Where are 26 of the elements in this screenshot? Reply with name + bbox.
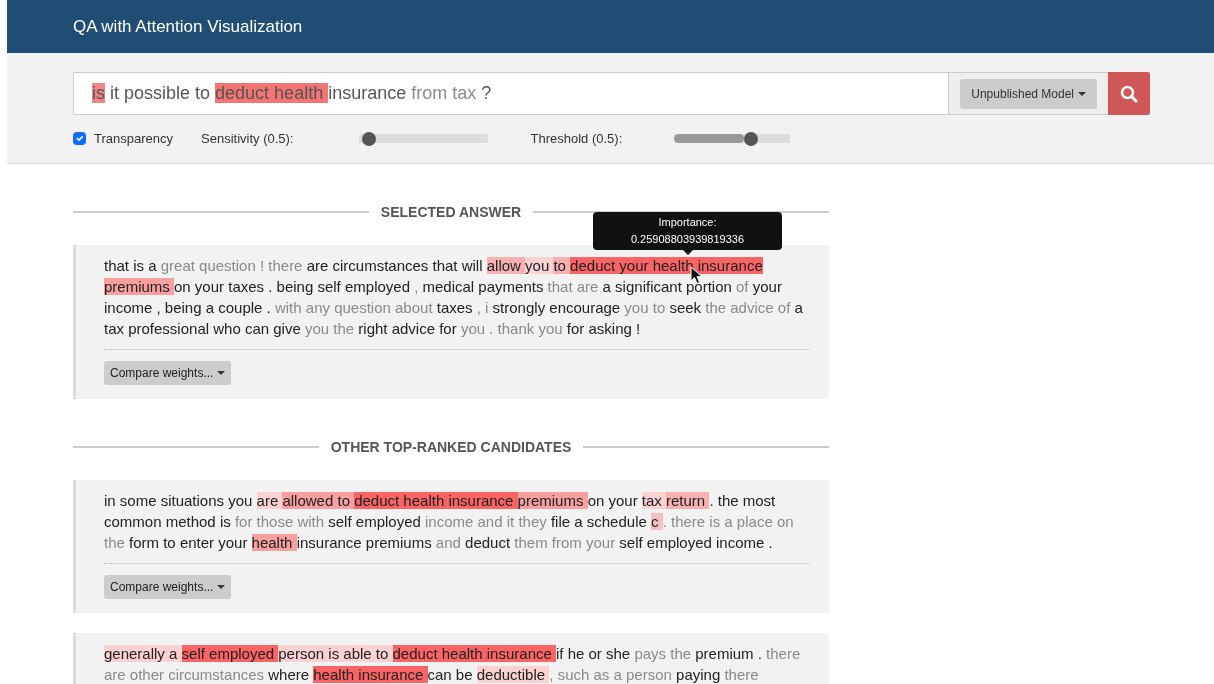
caret-icon	[217, 371, 226, 376]
slider-label: Sensitivity (0.5):	[201, 130, 294, 148]
search-icon	[1120, 84, 1138, 103]
transparency-checkbox[interactable]	[73, 132, 86, 146]
model-dropdown[interactable]: Unpublished Model	[960, 78, 1097, 109]
app-title: QA with Attention Visualization	[73, 15, 303, 38]
section-heading: OTHER TOP-RANKED CANDIDATES	[330, 437, 572, 457]
search-field[interactable]: is it possible to deduct health insurance from tax ? Unpublished Model	[73, 72, 1150, 115]
slider-label: Threshold (0.5):	[530, 130, 623, 148]
search-button[interactable]	[1108, 72, 1150, 115]
caret-icon	[217, 585, 226, 590]
checkbox-label: Transparency	[94, 130, 173, 148]
caret-icon	[1078, 92, 1086, 97]
answer-text: in some situations you are allowed to deduct health insurance premiums on your tax return . the most common method is for those with self employed income and it they file a schedule c . there is a place on the form to enter your health insurance premiums and deduct them from your self employed income .	[104, 489, 810, 564]
slider-track[interactable]	[359, 131, 489, 146]
answer-text: that is a great question ! there are circumstances that will allow you to deduct your health insurance premiums on your taxes . being self employed , medical payments that are a significant portion of your income , being a couple . with any question about taxes , i strongly encourage you to seek the advice of a tax professional who can give you the right advice for you . thank you for asking !	[104, 254, 810, 350]
answer-text: generally a self employed person is able to deduct health insurance if he or she pays the premium . there are other circumstances where health insurance can be deductible , such as a person paying there	[104, 642, 810, 684]
section-heading: SELECTED ANSWER	[380, 202, 522, 222]
slider-thumb[interactable]	[362, 131, 377, 146]
compare-weights-button[interactable]: Compare weights...	[104, 360, 232, 385]
tooltip-title: Importance:	[657, 214, 718, 230]
slider-track[interactable]	[674, 131, 791, 146]
compare-weights-button[interactable]: Compare weights...	[104, 574, 232, 599]
slider-thumb[interactable]	[743, 131, 758, 146]
query-text: is it possible to deduct health insurance from tax ?	[92, 82, 492, 105]
tooltip-value: 0.25908803939819336	[629, 231, 746, 247]
